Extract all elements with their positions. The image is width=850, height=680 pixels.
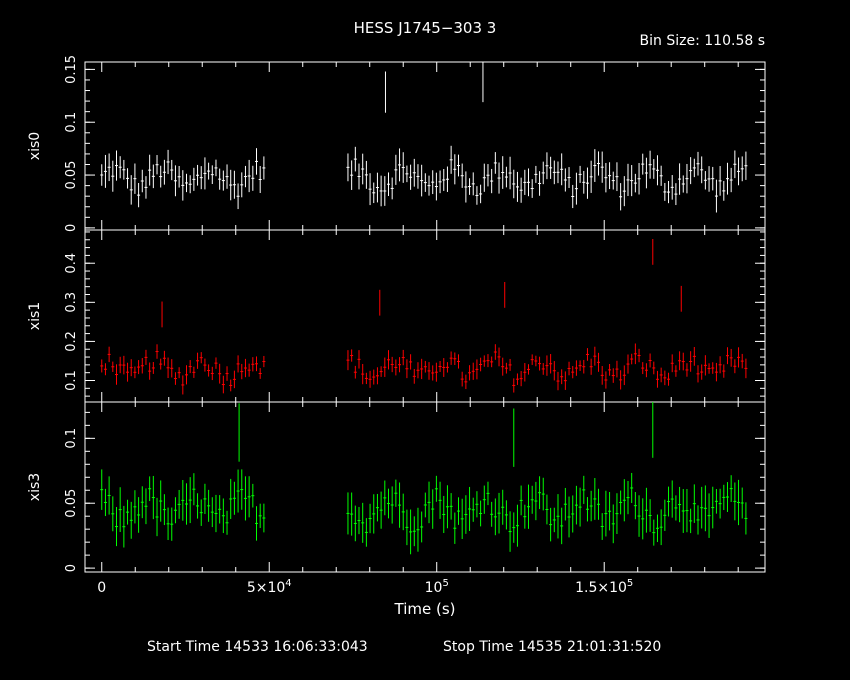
y-axis-label-xis3: xis3 — [27, 473, 43, 501]
y-tick-label-xis1: 0.3 — [64, 292, 79, 313]
series-xis1 — [100, 238, 748, 395]
y-tick-label-xis1: 0.1 — [64, 370, 79, 391]
y-tick-label-xis1: 0.2 — [64, 331, 79, 352]
series-xis0 — [100, 62, 748, 213]
lightcurve-chart: HESS J1745−303 3 Bin Size: 110.58 s 0 0.0… — [27, 19, 766, 655]
chart-title: HESS J1745−303 3 — [354, 19, 497, 37]
y-tick-label-xis0: 0 — [64, 224, 79, 232]
x-tick-label: 105 — [425, 578, 449, 596]
y-axis-label-xis1: xis1 — [27, 302, 43, 330]
y-tick-label-xis3: 0 — [64, 564, 79, 572]
panel-frame-xis3 — [84, 401, 766, 573]
x-tick-exponent: 5 — [442, 578, 448, 589]
y-tick-label-xis3: 0.1 — [64, 428, 79, 449]
panels-group: 00.050.10.15xis00.10.20.30.4xis100.050.1… — [27, 55, 766, 596]
stop-time-label: Stop Time 14535 21:01:31:520 — [443, 639, 661, 655]
y-tick-label-xis0: 0.1 — [64, 112, 79, 133]
panel-frame-xis0 — [84, 61, 766, 231]
y-tick-label-xis0: 0.05 — [64, 161, 79, 190]
x-axis-label: Time (s) — [394, 600, 456, 618]
y-axis-label-xis0: xis0 — [27, 132, 43, 160]
x-tick-label: 1.5×105 — [575, 578, 633, 596]
x-tick-exponent: 5 — [627, 578, 633, 589]
bin-size-label: Bin Size: 110.58 s — [640, 33, 765, 49]
y-tick-label-xis3: 0.05 — [64, 489, 79, 518]
series-xis3 — [100, 402, 748, 555]
y-tick-label-xis1: 0.4 — [64, 253, 79, 274]
y-tick-label-xis0: 0.15 — [64, 55, 79, 84]
start-time-label: Start Time 14533 16:06:33:043 — [147, 639, 368, 655]
x-tick-exponent: 4 — [285, 578, 291, 589]
x-tick-label: 5×104 — [247, 578, 292, 596]
x-tick-label: 0 — [97, 580, 106, 596]
panel-frame-xis1 — [84, 229, 766, 403]
